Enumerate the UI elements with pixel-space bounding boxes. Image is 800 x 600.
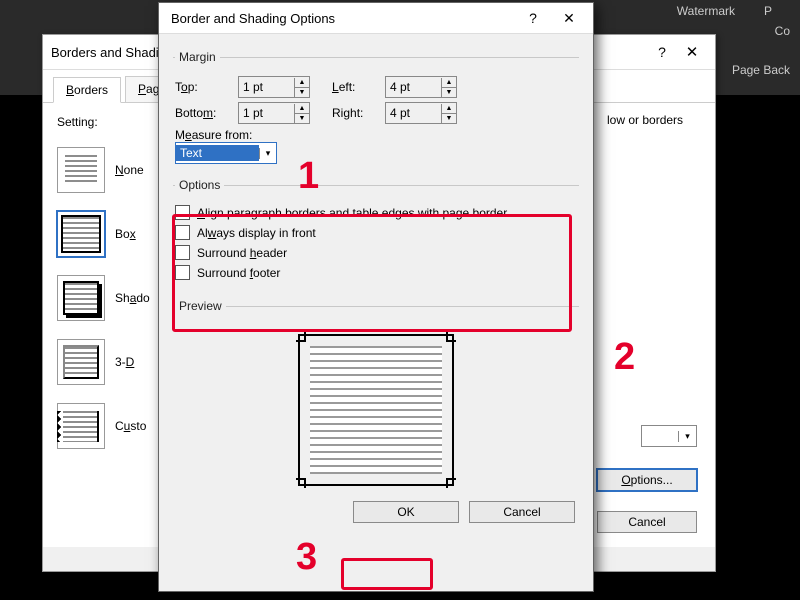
checkbox-icon (175, 265, 190, 280)
bg-help-button[interactable]: ? (647, 44, 677, 60)
option-footer-checkbox[interactable]: Surround footer (175, 265, 577, 280)
ribbon-watermark-label: Watermark (677, 4, 735, 18)
setting-custom-icon (57, 403, 105, 449)
checkbox-icon (175, 205, 190, 220)
bg-close-button[interactable]: ✕ (677, 43, 707, 61)
checkbox-icon (175, 225, 190, 240)
options-legend: Options (175, 178, 224, 192)
margin-left-spinner[interactable]: 4 pt ▲▼ (385, 76, 457, 98)
setting-3d-icon (57, 339, 105, 385)
margin-bottom-label: Bottom: (175, 106, 230, 120)
option-align-checkbox[interactable]: Align paragraph borders and table edges … (175, 205, 577, 220)
measure-from-label: Measure from: (175, 128, 577, 142)
setting-box-icon (57, 211, 105, 257)
option-front-label: Always display in front (197, 226, 316, 240)
margin-left-label: Left: (332, 80, 377, 94)
option-align-label: Align paragraph borders and table edges … (197, 206, 507, 220)
preview-area (276, 325, 476, 495)
apply-to-value (642, 429, 678, 443)
options-button[interactable]: Options... (597, 469, 697, 491)
option-front-checkbox[interactable]: Always display in front (175, 225, 577, 240)
margin-right-spinner[interactable]: 4 pt ▲▼ (385, 102, 457, 124)
measure-from-combo[interactable]: Text ▾ (175, 142, 277, 164)
tab-borders[interactable]: Borders (53, 77, 121, 103)
fg-body: Margin Top: 1 pt ▲▼ Left: 4 pt ▲▼ Bottom… (159, 34, 593, 531)
margin-right-value: 4 pt (386, 106, 441, 120)
fg-help-button[interactable]: ? (515, 10, 551, 26)
border-shading-options-dialog: Border and Shading Options ? ✕ Margin To… (158, 2, 594, 592)
chevron-down-icon: ▾ (678, 431, 696, 442)
preview-legend: Preview (175, 299, 226, 313)
setting-box-label: Box (115, 227, 136, 241)
option-header-label: Surround header (197, 246, 287, 260)
option-header-checkbox[interactable]: Surround header (175, 245, 577, 260)
chevron-down-icon: ▾ (259, 148, 276, 159)
setting-3d-label: 3-D (115, 355, 134, 369)
checkbox-icon (175, 245, 190, 260)
spinner-buttons-icon[interactable]: ▲▼ (294, 78, 309, 97)
margin-bottom-value: 1 pt (239, 106, 294, 120)
fg-titlebar: Border and Shading Options ? ✕ (159, 3, 593, 34)
setting-shadow-icon (57, 275, 105, 321)
margin-legend: Margin (175, 50, 220, 64)
ribbon-trunc-p: P (764, 4, 772, 18)
setting-none-label: None (115, 163, 144, 177)
ribbon-pageback-label: Page Back (732, 63, 790, 77)
fg-button-row: OK Cancel (173, 501, 575, 523)
ok-button[interactable]: OK (353, 501, 459, 523)
spinner-buttons-icon[interactable]: ▲▼ (441, 104, 456, 123)
setting-shadow-label: Shado (115, 291, 150, 305)
margin-group: Margin Top: 1 pt ▲▼ Left: 4 pt ▲▼ Bottom… (173, 50, 579, 168)
margin-top-label: Top: (175, 80, 230, 94)
preview-page-icon (298, 334, 454, 486)
spinner-buttons-icon[interactable]: ▲▼ (294, 104, 309, 123)
margin-right-label: Right: (332, 106, 377, 120)
margin-top-value: 1 pt (239, 80, 294, 94)
fg-close-button[interactable]: ✕ (551, 10, 587, 27)
fg-cancel-button[interactable]: Cancel (469, 501, 575, 523)
setting-none-icon (57, 147, 105, 193)
bg-cancel-button[interactable]: Cancel (597, 511, 697, 533)
option-footer-label: Surround footer (197, 266, 280, 280)
margin-left-value: 4 pt (386, 80, 441, 94)
spinner-buttons-icon[interactable]: ▲▼ (441, 78, 456, 97)
measure-from-value: Text (176, 145, 259, 161)
ribbon-trunc-co: Co (775, 24, 790, 38)
preview-group: Preview (173, 299, 579, 495)
preview-hint-text: low or borders (607, 113, 701, 127)
margin-top-spinner[interactable]: 1 pt ▲▼ (238, 76, 310, 98)
fg-title: Border and Shading Options (165, 11, 515, 26)
apply-to-combo[interactable]: ▾ (641, 425, 697, 447)
setting-custom-label: Custo (115, 419, 146, 433)
options-group: Options Align paragraph borders and tabl… (173, 178, 579, 289)
margin-bottom-spinner[interactable]: 1 pt ▲▼ (238, 102, 310, 124)
